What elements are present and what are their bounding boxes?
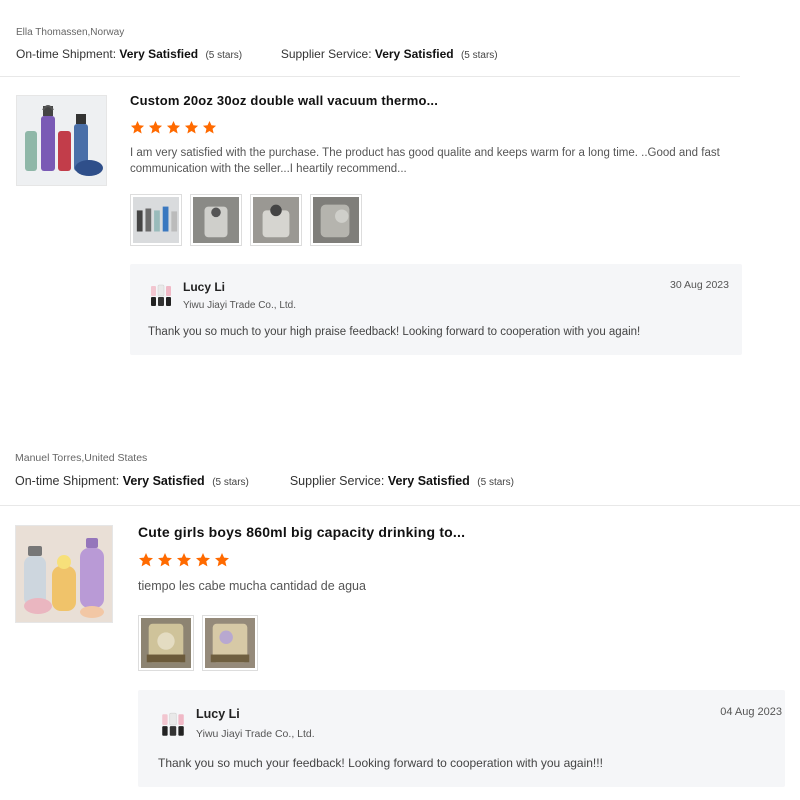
divider	[0, 505, 800, 506]
replier-company[interactable]: Yiwu Jiayi Trade Co., Ltd.	[183, 300, 296, 311]
service-label: Supplier Service:	[289, 474, 385, 488]
star-icon	[166, 120, 181, 134]
bottles-image	[17, 96, 106, 185]
review-photo[interactable]	[190, 194, 242, 246]
review-photo[interactable]	[250, 194, 302, 246]
shipment-stars: (5 stars)	[212, 477, 249, 488]
rating-summary: On-time Shipment: Very Satisfied (5 star…	[16, 47, 498, 61]
star-icon	[202, 120, 217, 134]
shipment-value: Very Satisfied	[122, 474, 205, 488]
shipment-stars: (5 stars)	[205, 50, 243, 61]
shipment-label: On-time Shipment:	[15, 474, 120, 488]
review-comment: I am very satisfied with the purchase. T…	[130, 147, 720, 175]
product-thumbnail[interactable]	[15, 525, 113, 623]
replier-name: Lucy Li	[183, 280, 226, 294]
divider	[0, 76, 740, 77]
star-rating	[138, 552, 230, 568]
seller-reply: Lucy Li Yiwu Jiayi Trade Co., Ltd. 30 Au…	[130, 264, 742, 355]
reviewer-name: Ella Thomassen,Norway	[16, 27, 125, 38]
service-stars: (5 stars)	[460, 50, 498, 61]
review-photo[interactable]	[202, 615, 258, 671]
star-icon	[215, 553, 229, 567]
review-photo[interactable]	[130, 194, 182, 246]
star-icon	[130, 120, 145, 134]
reply-date: 04 Aug 2023	[720, 706, 782, 718]
star-icon	[139, 553, 153, 567]
seller-avatar	[151, 284, 171, 306]
star-rating	[130, 120, 217, 135]
star-icon	[196, 553, 210, 567]
replier-company[interactable]: Yiwu Jiayi Trade Co., Ltd.	[196, 728, 315, 740]
rating-summary: On-time Shipment: Very Satisfied (5 star…	[15, 474, 514, 488]
star-icon	[148, 120, 163, 134]
service-label: Supplier Service:	[280, 47, 372, 61]
product-title[interactable]: Custom 20oz 30oz double wall vacuum ther…	[130, 93, 438, 108]
product-title[interactable]: Cute girls boys 860ml big capacity drink…	[138, 524, 465, 540]
reply-text: Thank you so much to your high praise fe…	[148, 326, 641, 338]
star-icon	[177, 553, 191, 567]
review-photo[interactable]	[310, 194, 362, 246]
star-icon	[184, 120, 199, 134]
shipment-value: Very Satisfied	[119, 47, 199, 61]
review-photos	[138, 615, 258, 671]
service-stars: (5 stars)	[477, 477, 514, 488]
seller-reply: Lucy Li Yiwu Jiayi Trade Co., Ltd. 04 Au…	[138, 690, 785, 787]
star-icon	[158, 553, 172, 567]
review-photo[interactable]	[138, 615, 194, 671]
service-value: Very Satisfied	[374, 47, 454, 61]
shipment-label: On-time Shipment:	[16, 47, 117, 61]
replier-name: Lucy Li	[196, 707, 240, 721]
review-comment: tiempo les cabe mucha cantidad de agua	[138, 579, 366, 593]
reviewer-name: Manuel Torres,United States	[15, 452, 148, 464]
kids-bottles-image	[16, 526, 112, 622]
service-value: Very Satisfied	[387, 474, 470, 488]
reply-date: 30 Aug 2023	[670, 279, 729, 291]
reply-text: Thank you so much your feedback! Looking…	[158, 756, 603, 770]
seller-avatar	[162, 712, 184, 736]
review-photos	[130, 194, 362, 246]
product-thumbnail[interactable]	[16, 95, 107, 186]
